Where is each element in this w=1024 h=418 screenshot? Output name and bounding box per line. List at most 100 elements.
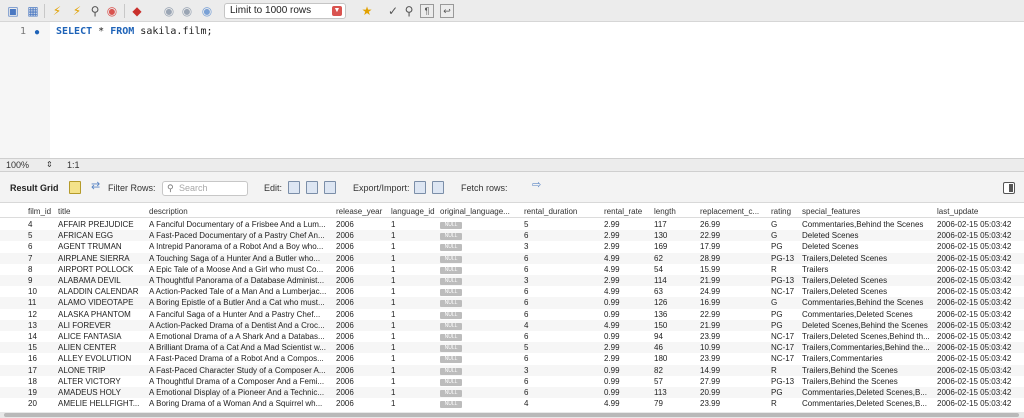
table-cell[interactable]: Deleted Scenes,Behind the Scenes xyxy=(802,320,934,331)
table-cell[interactable]: Trailers,Deleted Scenes xyxy=(802,253,934,264)
table-cell[interactable]: AGENT TRUMAN xyxy=(58,241,146,252)
table-row[interactable]: 5 AFRICAN EGG A Fast-Paced Documentary of … xyxy=(0,230,1024,242)
column-header[interactable]: last_update xyxy=(937,206,1023,217)
table-cell[interactable]: 6 xyxy=(28,241,56,252)
table-row[interactable]: 12 ALASKA PHANTOM A Fanciful Saga of a Hun… xyxy=(0,309,1024,320)
sql-editor[interactable]: 1 ● SELECT * FROM sakila.film; xyxy=(0,22,1024,158)
column-header[interactable]: rating xyxy=(771,206,801,217)
grid-view-icon[interactable] xyxy=(69,181,81,194)
execute-icon[interactable]: ⚡ xyxy=(50,4,64,18)
table-cell[interactable]: ALTER VICTORY xyxy=(58,376,146,387)
table-cell[interactable]: 3 xyxy=(524,275,602,286)
column-header[interactable]: rental_duration xyxy=(524,206,602,217)
table-cell[interactable]: 0.99 xyxy=(604,376,650,387)
table-cell[interactable]: 2006 xyxy=(336,241,390,252)
table-cell[interactable]: 6 xyxy=(524,253,602,264)
table-cell[interactable]: 2006 xyxy=(336,387,390,398)
table-row[interactable]: 8 AIRPORT POLLOCK A Epic Tale of a Moose A… xyxy=(0,264,1024,275)
open-folder-icon[interactable]: ▣ xyxy=(6,4,20,18)
table-cell[interactable]: A Fast-Paced Character Study of a Compos… xyxy=(149,365,334,376)
table-cell[interactable]: 23.99 xyxy=(700,331,768,342)
table-cell[interactable]: A Fast-Paced Documentary of a Pastry Che… xyxy=(149,230,334,241)
table-cell[interactable]: 1 xyxy=(391,241,439,252)
table-cell[interactable]: 2006 xyxy=(336,219,390,230)
table-cell[interactable]: 2006-02-15 05:03:42 xyxy=(937,253,1023,264)
table-cell[interactable]: G xyxy=(771,297,801,308)
table-cell[interactable]: 7 xyxy=(28,253,56,264)
table-cell[interactable]: 26.99 xyxy=(700,219,768,230)
table-cell[interactable]: A Action-Packed Drama of a Dentist And a… xyxy=(149,320,334,331)
execute-current-icon[interactable]: ⚡ xyxy=(70,4,84,18)
table-cell[interactable]: 1 xyxy=(391,365,439,376)
table-cell[interactable]: A Fanciful Documentary of a Frisbee And … xyxy=(149,219,334,230)
explain-icon[interactable]: ⚲ xyxy=(88,4,102,18)
table-cell[interactable]: 2006-02-15 05:03:42 xyxy=(937,365,1023,376)
table-cell[interactable]: 10.99 xyxy=(700,342,768,353)
table-cell[interactable]: A Boring Drama of a Woman And a Squirrel… xyxy=(149,398,334,409)
table-cell[interactable]: Trailers,Deleted Scenes xyxy=(802,286,934,297)
table-cell[interactable]: 57 xyxy=(654,376,698,387)
toggle-error-icon[interactable]: ◆ xyxy=(130,4,144,18)
table-cell[interactable]: NC-17 xyxy=(771,353,801,364)
table-cell[interactable]: 4 xyxy=(28,219,56,230)
table-cell[interactable]: 136 xyxy=(654,309,698,320)
table-cell[interactable]: ALABAMA DEVIL xyxy=(58,275,146,286)
table-row[interactable]: 7 AIRPLANE SIERRA A Touching Saga of a Hun… xyxy=(0,252,1024,264)
table-cell[interactable]: 0.99 xyxy=(604,297,650,308)
table-row[interactable]: 10 ALADDIN CALENDAR A Action-Packed Tale o… xyxy=(0,286,1024,297)
table-cell[interactable]: 1 xyxy=(391,253,439,264)
table-cell[interactable]: PG xyxy=(771,309,801,320)
table-cell[interactable]: 130 xyxy=(654,230,698,241)
table-cell[interactable]: 2006-02-15 05:03:42 xyxy=(937,320,1023,331)
table-cell[interactable]: NULL xyxy=(440,376,522,387)
table-cell[interactable]: 94 xyxy=(654,331,698,342)
table-cell[interactable]: Trailers,Behind the Scenes xyxy=(802,365,934,376)
table-cell[interactable]: 2006 xyxy=(336,253,390,264)
table-cell[interactable]: 3 xyxy=(524,365,602,376)
table-cell[interactable]: Commentaries,Behind the Scenes xyxy=(802,297,934,308)
zoom-stepper-icon[interactable]: ⇕ xyxy=(46,159,53,171)
table-cell[interactable]: AMADEUS HOLY xyxy=(58,387,146,398)
table-cell[interactable]: NULL xyxy=(440,320,522,331)
table-cell[interactable]: NULL xyxy=(440,297,522,308)
table-cell[interactable]: 1 xyxy=(391,353,439,364)
table-cell[interactable]: 14.99 xyxy=(700,365,768,376)
table-cell[interactable]: 63 xyxy=(654,286,698,297)
filter-search-input[interactable]: ⚲ Search xyxy=(162,181,248,196)
table-cell[interactable]: 6 xyxy=(524,297,602,308)
table-row[interactable]: 20 AMELIE HELLFIGHT... A Boring Drama of a… xyxy=(0,398,1024,409)
table-cell[interactable]: 10 xyxy=(28,286,56,297)
table-cell[interactable]: NULL xyxy=(440,387,522,398)
table-cell[interactable]: ALASKA PHANTOM xyxy=(58,309,146,320)
table-cell[interactable]: 2.99 xyxy=(604,275,650,286)
table-cell[interactable]: 6 xyxy=(524,230,602,241)
table-cell[interactable]: A Brilliant Drama of a Cat And a Mad Sci… xyxy=(149,342,334,353)
table-cell[interactable]: A Fast-Paced Drama of a Robot And a Comp… xyxy=(149,353,334,364)
table-cell[interactable]: ALLEY EVOLUTION xyxy=(58,353,146,364)
table-cell[interactable]: ALIEN CENTER xyxy=(58,342,146,353)
table-cell[interactable]: PG xyxy=(771,387,801,398)
result-grid[interactable]: film_id title description release_year langu… xyxy=(0,203,1024,418)
table-cell[interactable]: 18 xyxy=(28,376,56,387)
scrollbar-thumb[interactable] xyxy=(4,413,1019,417)
table-cell[interactable]: 1 xyxy=(391,320,439,331)
table-cell[interactable]: 113 xyxy=(654,387,698,398)
table-cell[interactable]: 1 xyxy=(391,376,439,387)
invisible-chars-icon[interactable]: ¶ xyxy=(420,4,434,18)
search-icon[interactable]: ⚲ xyxy=(402,4,416,18)
table-cell[interactable]: 5 xyxy=(524,219,602,230)
table-cell[interactable]: 19 xyxy=(28,387,56,398)
table-cell[interactable]: 2006 xyxy=(336,398,390,409)
table-cell[interactable]: 2006-02-15 05:03:42 xyxy=(937,219,1023,230)
table-cell[interactable]: Trailers,Deleted Scenes xyxy=(802,275,934,286)
table-cell[interactable]: NULL xyxy=(440,286,522,297)
column-header[interactable]: film_id xyxy=(28,206,56,217)
table-row[interactable]: 15 ALIEN CENTER A Brilliant Drama of a Cat… xyxy=(0,342,1024,354)
table-cell[interactable]: Trailers,Behind the Scenes xyxy=(802,376,934,387)
find-replace-icon[interactable]: ✓ xyxy=(386,4,400,18)
table-cell[interactable]: A Thoughtful Panorama of a Database Admi… xyxy=(149,275,334,286)
table-cell[interactable]: 20.99 xyxy=(700,387,768,398)
table-cell[interactable]: 2006 xyxy=(336,275,390,286)
table-cell[interactable]: 62 xyxy=(654,253,698,264)
table-cell[interactable]: NC-17 xyxy=(771,286,801,297)
